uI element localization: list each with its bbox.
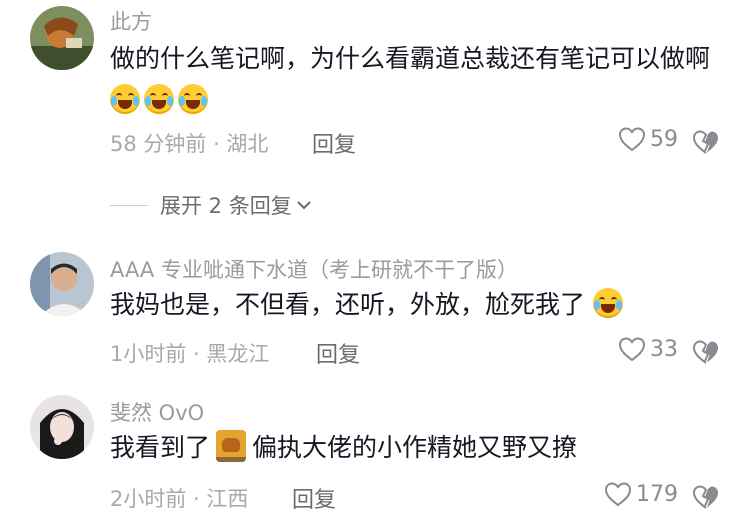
avatar[interactable] <box>30 6 94 70</box>
like-button[interactable]: 33 <box>618 336 678 362</box>
reply-button[interactable]: 回复 <box>316 337 360 369</box>
comment-username[interactable]: 此方 <box>110 6 152 36</box>
avatar[interactable] <box>30 252 94 316</box>
expand-replies-button[interactable]: 展开 2 条回复 <box>110 190 312 220</box>
avatar-image <box>30 395 94 459</box>
broken-heart-icon[interactable] <box>692 484 720 510</box>
comment-time-location: 58 分钟前 · 湖北 <box>110 132 269 156</box>
comment-body-before: 我看到了 <box>110 433 211 462</box>
reply-button[interactable]: 回复 <box>312 127 356 159</box>
comment-meta: 58 分钟前 · 湖北 <box>110 128 268 158</box>
comment-text: 我看到了 偏执大佬的小作精她又野又撩 <box>110 427 725 469</box>
avatar[interactable] <box>30 395 94 459</box>
book-title-link[interactable]: 偏执大佬的小作精她又野又撩 <box>252 433 577 462</box>
comment-body: 做的什么笔记啊，为什么看霸道总裁还有笔记可以做啊 <box>110 44 711 73</box>
comment-time-location: 1小时前 · 黑龙江 <box>110 342 270 366</box>
comment-meta: 1小时前 · 黑龙江 <box>110 338 269 368</box>
broken-heart-icon[interactable] <box>692 339 720 365</box>
avatar-image <box>30 252 94 316</box>
grin-sweat-emoji <box>592 288 623 318</box>
book-cover-icon[interactable] <box>216 430 247 462</box>
heart-icon <box>618 337 646 362</box>
heart-icon <box>604 482 632 507</box>
comment-meta: 2小时前 · 江西 <box>110 483 248 513</box>
laugh-cry-emoji <box>144 84 174 114</box>
like-count: 33 <box>650 336 678 362</box>
comment-username[interactable]: AAA 专业呲通下水道（考上研就不干了版） <box>110 254 518 284</box>
laugh-cry-emoji <box>178 84 208 114</box>
reply-button[interactable]: 回复 <box>292 482 336 514</box>
comment-username[interactable]: 斐然 OvO <box>110 397 204 427</box>
expand-replies-label: 展开 2 条回复 <box>160 194 292 218</box>
divider-line <box>110 204 148 206</box>
like-count: 179 <box>636 481 678 507</box>
heart-icon <box>618 127 646 152</box>
laugh-cry-emoji <box>110 84 140 114</box>
like-count: 59 <box>650 126 678 152</box>
comment-body: 我妈也是，不但看，还听，外放，尬死我了 <box>110 290 586 319</box>
chevron-down-icon <box>297 201 311 210</box>
broken-heart-icon[interactable] <box>692 129 720 155</box>
like-button[interactable]: 59 <box>618 126 678 152</box>
comment-text: 我妈也是，不但看，还听，外放，尬死我了 <box>110 284 725 326</box>
avatar-image <box>30 6 94 70</box>
like-button[interactable]: 179 <box>604 481 678 507</box>
comment-time-location: 2小时前 · 江西 <box>110 487 249 511</box>
comment-text: 做的什么笔记啊，为什么看霸道总裁还有笔记可以做啊 <box>110 38 725 122</box>
